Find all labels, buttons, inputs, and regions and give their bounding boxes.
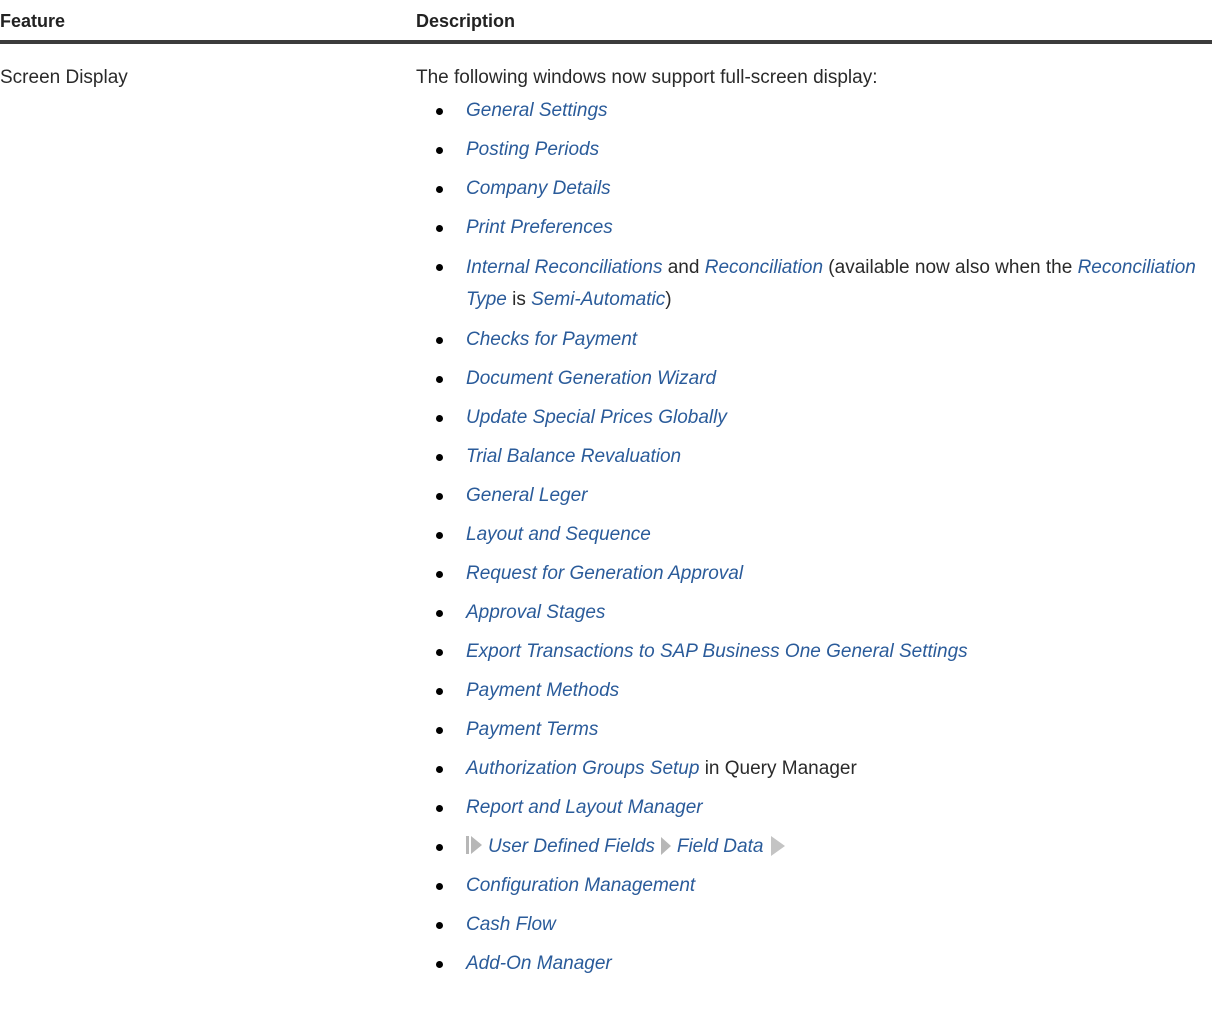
link-payment-terms[interactable]: Payment Terms	[466, 719, 598, 740]
list-item: Cash Flow	[416, 910, 1196, 940]
bullet-icon	[436, 186, 443, 193]
list-item: Document Generation Wizard	[416, 364, 1196, 394]
link-payment-methods[interactable]: Payment Methods	[466, 680, 619, 701]
link-update-special-prices[interactable]: Update Special Prices Globally	[466, 407, 727, 428]
bullet-icon	[436, 883, 443, 890]
description-cell: The following windows now support full-s…	[416, 66, 1196, 988]
bullet-icon	[436, 961, 443, 968]
link-cash-flow[interactable]: Cash Flow	[466, 914, 556, 935]
note-text: in Query Manager	[704, 758, 857, 779]
bullet-icon	[436, 454, 443, 461]
bullet-icon	[436, 649, 443, 656]
list-item: Print Preferences	[416, 213, 1196, 243]
link-add-on-manager[interactable]: Add-On Manager	[466, 953, 612, 974]
link-posting-periods[interactable]: Posting Periods	[466, 139, 599, 160]
menu-path-separator-icon	[660, 837, 671, 855]
link-configuration-management[interactable]: Configuration Management	[466, 875, 695, 896]
bullet-icon	[436, 376, 443, 383]
list-item: Company Details	[416, 174, 1196, 204]
bullet-icon	[436, 805, 443, 812]
bullet-icon	[436, 415, 443, 422]
closing-paren: )	[665, 289, 672, 310]
list-item: Layout and Sequence	[416, 520, 1196, 550]
list-item: Add-On Manager	[416, 949, 1196, 979]
link-trial-balance-revaluation[interactable]: Trial Balance Revaluation	[466, 446, 681, 467]
bullet-icon	[436, 337, 443, 344]
bullet-icon	[436, 108, 443, 115]
menu-path-end-icon	[771, 836, 786, 856]
note-text: (available now also when the	[828, 257, 1073, 278]
connector-text: and	[667, 257, 700, 278]
link-internal-reconciliations[interactable]: Internal Reconciliations	[466, 257, 662, 278]
link-semi-automatic[interactable]: Semi-Automatic	[531, 289, 665, 310]
link-request-for-generation-approval[interactable]: Request for Generation Approval	[466, 563, 743, 584]
window-list: General Settings Posting Periods Company…	[416, 96, 1196, 979]
bullet-icon	[436, 922, 443, 929]
list-item: Update Special Prices Globally	[416, 403, 1196, 433]
list-item: Report and Layout Manager	[416, 793, 1196, 823]
list-item: Payment Methods	[416, 676, 1196, 706]
link-print-preferences[interactable]: Print Preferences	[466, 217, 613, 238]
list-item: User Defined Fields Field Data	[416, 832, 1196, 862]
bullet-icon	[436, 147, 443, 154]
bullet-icon	[436, 688, 443, 695]
bullet-icon	[436, 844, 443, 851]
list-item: Internal Reconciliations and Reconciliat…	[416, 252, 1196, 316]
link-general-leger[interactable]: General Leger	[466, 485, 587, 506]
menu-path-start-icon	[466, 835, 484, 855]
list-item: Request for Generation Approval	[416, 559, 1196, 589]
list-item: Approval Stages	[416, 598, 1196, 628]
list-item: General Leger	[416, 481, 1196, 511]
feature-cell: Screen Display	[0, 67, 128, 88]
bullet-icon	[436, 264, 443, 271]
link-checks-for-payment[interactable]: Checks for Payment	[466, 329, 637, 350]
list-item: Checks for Payment	[416, 325, 1196, 355]
list-item: Posting Periods	[416, 135, 1196, 165]
bullet-icon	[436, 766, 443, 773]
bullet-icon	[436, 493, 443, 500]
table-header: Feature Description	[0, 0, 1212, 46]
header-divider	[0, 40, 1212, 44]
link-field-data[interactable]: Field Data	[677, 836, 764, 857]
link-company-details[interactable]: Company Details	[466, 178, 611, 199]
link-approval-stages[interactable]: Approval Stages	[466, 602, 605, 623]
bullet-icon	[436, 532, 443, 539]
bullet-icon	[436, 610, 443, 617]
link-report-and-layout-manager[interactable]: Report and Layout Manager	[466, 797, 703, 818]
bullet-icon	[436, 727, 443, 734]
list-item: Trial Balance Revaluation	[416, 442, 1196, 472]
link-document-generation-wizard[interactable]: Document Generation Wizard	[466, 368, 716, 389]
list-item: Payment Terms	[416, 715, 1196, 745]
list-item: Configuration Management	[416, 871, 1196, 901]
connector-text: is	[512, 289, 526, 310]
column-header-description: Description	[416, 11, 516, 31]
list-item: Authorization Groups Setup in Query Mana…	[416, 754, 1196, 784]
link-reconciliation[interactable]: Reconciliation	[705, 257, 823, 278]
feature-table: Feature Description Screen Display The f…	[0, 0, 1212, 974]
link-layout-and-sequence[interactable]: Layout and Sequence	[466, 524, 651, 545]
link-authorization-groups-setup[interactable]: Authorization Groups Setup	[466, 758, 699, 779]
link-user-defined-fields[interactable]: User Defined Fields	[488, 836, 655, 857]
column-header-feature: Feature	[0, 11, 66, 31]
bullet-icon	[436, 225, 443, 232]
link-export-transactions[interactable]: Export Transactions to SAP Business One …	[466, 641, 968, 662]
list-item: Export Transactions to SAP Business One …	[416, 637, 1196, 667]
list-item: General Settings	[416, 96, 1196, 126]
bullet-icon	[436, 571, 443, 578]
link-general-settings[interactable]: General Settings	[466, 100, 608, 121]
description-intro: The following windows now support full-s…	[416, 67, 878, 88]
